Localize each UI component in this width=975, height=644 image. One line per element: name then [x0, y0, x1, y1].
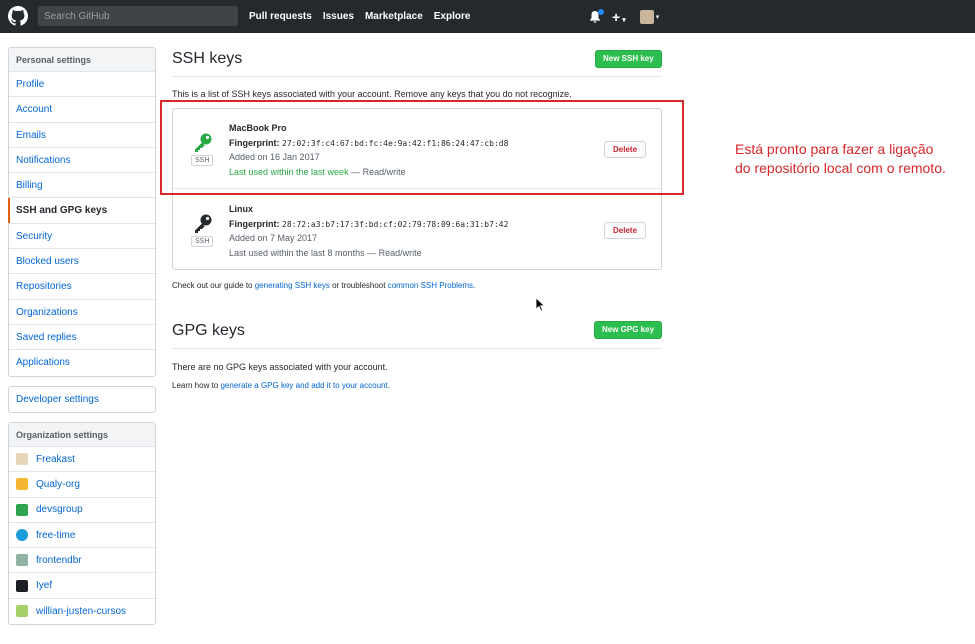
sidebar-org-qualy-org[interactable]: Qualy-org [9, 472, 155, 498]
sidebar-item-profile[interactable]: Profile [9, 72, 155, 98]
org-label: Iyef [36, 580, 53, 592]
annotation-line-1: Está pronto para fazer a ligação [735, 141, 934, 157]
ssh-badge: SSH [191, 236, 214, 247]
divider [172, 348, 662, 349]
notification-dot [598, 8, 604, 15]
delete-key-button[interactable]: Delete [604, 222, 647, 239]
gpg-learn-text: Learn how to generate a GPG key and add … [172, 381, 390, 390]
gpg-keys-title: GPG keys [172, 322, 245, 339]
ssh-key-row: SSH Linux Fingerprint: 28:72:a3:b7:17:3f… [173, 190, 661, 270]
org-label: devsgroup [36, 504, 83, 516]
sidebar-org-devsgroup[interactable]: devsgroup [9, 498, 155, 523]
last-used-text: Last used within the last 8 months [229, 248, 365, 258]
sidebar-item-applications[interactable]: Applications [9, 350, 155, 375]
fingerprint-value: 28:72:a3:b7:17:3f:bd:cf:02:79:78:09:6a:3… [282, 220, 509, 229]
org-avatar [16, 478, 28, 491]
nav-explore[interactable]: Explore [434, 11, 471, 22]
developer-settings-menu: Developer settings [8, 386, 156, 414]
chevron-down-icon[interactable]: ▾ [656, 13, 660, 21]
org-avatar [16, 453, 28, 466]
sidebar-org-iyef[interactable]: Iyef [9, 573, 155, 599]
organization-settings-menu: Organization settings Freakast Qualy-org… [8, 422, 156, 626]
mouse-cursor-icon [536, 298, 546, 312]
top-header: Pull requests Issues Marketplace Explore… [0, 0, 975, 33]
sidebar-org-free-time[interactable]: free-time [9, 523, 155, 549]
github-logo-icon[interactable] [8, 6, 28, 26]
sidebar-org-willian-justen-cursos[interactable]: willian-justen-cursos [9, 599, 155, 624]
key-last-used: Last used within the last 8 months — Rea… [229, 248, 422, 258]
org-label: free-time [36, 529, 76, 541]
fingerprint-label: Fingerprint: [229, 219, 280, 229]
ssh-guide-text: Check out our guide to generating SSH ke… [172, 281, 475, 290]
org-avatar [16, 529, 28, 542]
highlight-box [160, 100, 684, 195]
sidebar-item-security[interactable]: Security [9, 224, 155, 250]
key-icon [195, 214, 212, 233]
sidebar-org-frontendbr[interactable]: frontendbr [9, 548, 155, 574]
guide-prefix: Check out our guide to [172, 281, 255, 290]
sidebar-item-developer-settings[interactable]: Developer settings [9, 387, 155, 412]
annotation-line-2: do repositório local com o remoto. [735, 160, 946, 176]
ssh-keys-title: SSH keys [172, 50, 243, 67]
org-avatar [16, 605, 28, 618]
key-name: Linux [229, 204, 253, 214]
divider [172, 76, 662, 77]
header-actions: + ▾ ▾ [588, 0, 659, 33]
nav-pull-requests[interactable]: Pull requests [249, 11, 312, 22]
new-gpg-key-button[interactable]: New GPG key [594, 321, 663, 339]
common-ssh-problems-link[interactable]: common SSH Problems [388, 281, 473, 290]
menu-heading: Organization settings [9, 423, 155, 447]
guide-suffix: . [473, 281, 476, 290]
learn-suffix: . [387, 381, 390, 390]
personal-settings-menu: Personal settings Profile Account Emails… [8, 47, 156, 377]
org-label: frontendbr [36, 554, 82, 566]
sidebar-item-saved-replies[interactable]: Saved replies [9, 325, 155, 351]
sidebar-item-notifications[interactable]: Notifications [9, 148, 155, 174]
menu-heading: Personal settings [9, 48, 155, 72]
sidebar-item-account[interactable]: Account [9, 97, 155, 123]
access-text: — Read/write [364, 248, 422, 258]
guide-middle: or troubleshoot [329, 281, 388, 290]
org-label: Qualy-org [36, 478, 80, 490]
sidebar-item-repositories[interactable]: Repositories [9, 274, 155, 300]
key-added-date: Added on 7 May 2017 [229, 233, 318, 243]
sidebar-item-emails[interactable]: Emails [9, 123, 155, 148]
new-ssh-key-button[interactable]: New SSH key [595, 50, 662, 68]
org-label: Freakast [36, 453, 75, 465]
generate-gpg-key-link[interactable]: generate a GPG key and add it to your ac… [220, 381, 387, 390]
key-fingerprint: Fingerprint: 28:72:a3:b7:17:3f:bd:cf:02:… [229, 219, 508, 229]
search-input[interactable] [38, 6, 238, 26]
org-avatar [16, 503, 28, 516]
annotation-text: Está pronto para fazer a ligação do repo… [735, 140, 946, 178]
org-avatar [16, 554, 28, 567]
plus-icon[interactable]: + ▾ [612, 9, 626, 25]
ssh-intro-text: This is a list of SSH keys associated wi… [172, 89, 572, 99]
learn-prefix: Learn how to [172, 381, 221, 390]
sidebar-item-blocked-users[interactable]: Blocked users [9, 249, 155, 275]
nav-issues[interactable]: Issues [323, 11, 354, 22]
gpg-empty-text: There are no GPG keys associated with yo… [172, 362, 388, 372]
avatar[interactable] [639, 9, 654, 24]
sidebar-org-freakast[interactable]: Freakast [9, 447, 155, 473]
org-label: willian-justen-cursos [36, 605, 127, 617]
generating-ssh-keys-link[interactable]: generating SSH keys [255, 281, 330, 290]
header-nav: Pull requests Issues Marketplace Explore [249, 0, 481, 33]
org-avatar [16, 579, 28, 592]
sidebar-item-ssh-gpg-keys[interactable]: SSH and GPG keys [8, 198, 155, 224]
sidebar-item-organizations[interactable]: Organizations [9, 300, 155, 325]
sidebar-item-billing[interactable]: Billing [9, 173, 155, 199]
nav-marketplace[interactable]: Marketplace [365, 11, 423, 22]
bell-icon[interactable] [588, 8, 604, 24]
